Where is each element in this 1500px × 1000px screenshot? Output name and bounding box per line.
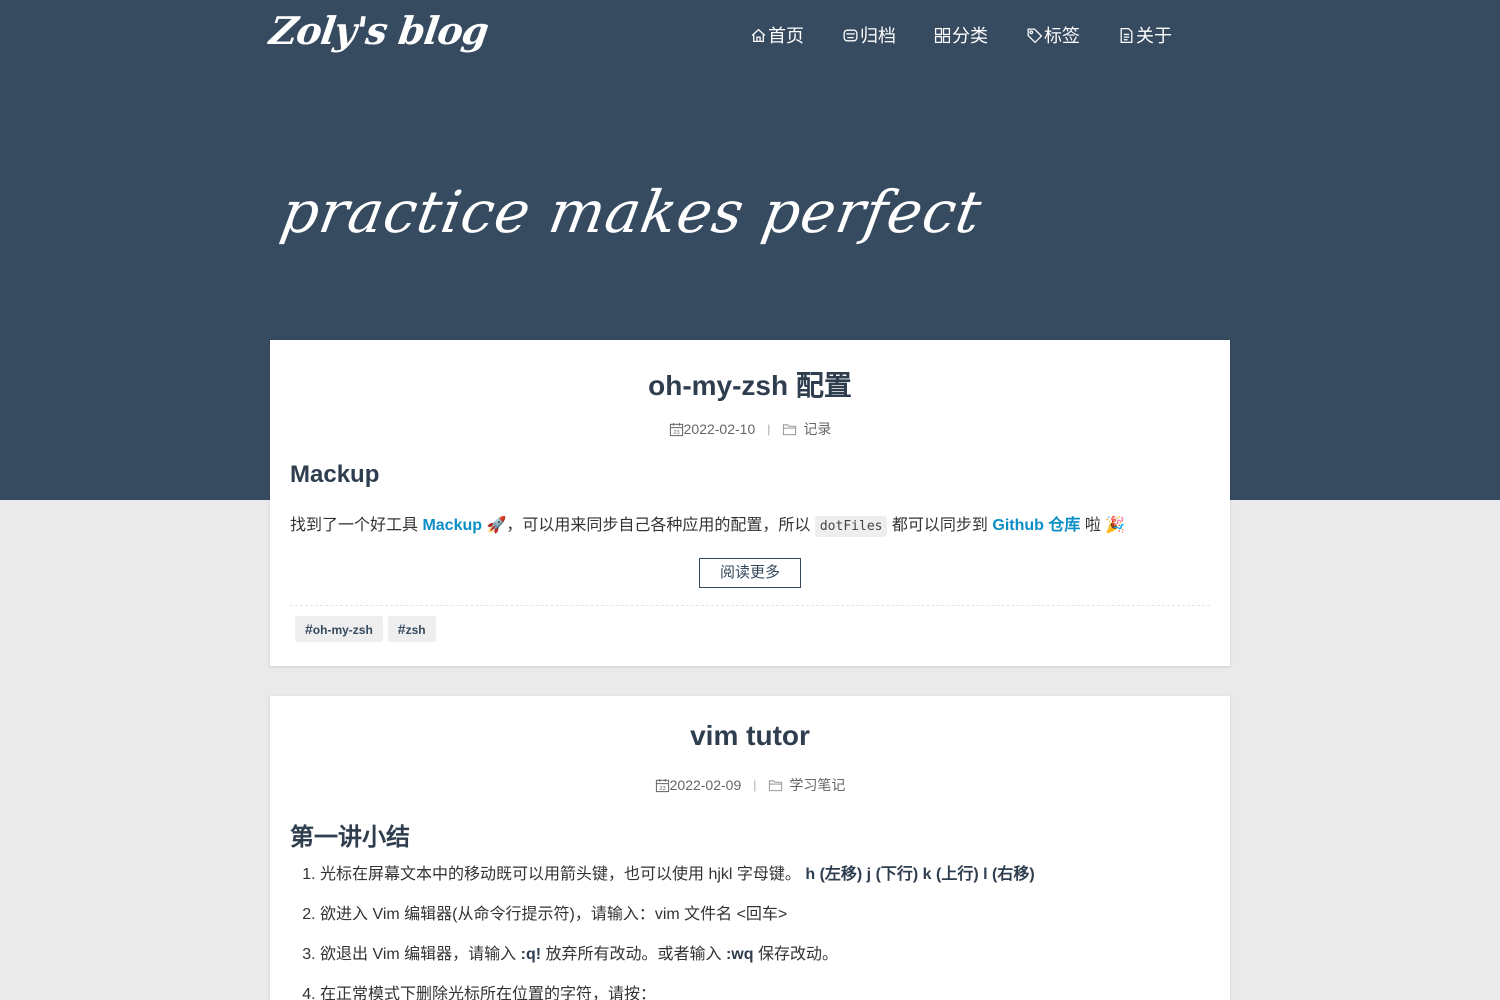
tag-label: zsh (405, 623, 426, 637)
party-emoji: 🎉 (1105, 517, 1126, 534)
excerpt-text: 啦 (1080, 517, 1106, 534)
nav-label: 分类 (952, 26, 988, 46)
excerpt-text: 都可以同步到 (887, 517, 993, 534)
rocket-emoji: 🚀 (486, 517, 507, 534)
tag-icon (1027, 27, 1043, 43)
nav-label: 首页 (768, 26, 804, 46)
post-title[interactable]: oh-my-zsh 配置 (270, 364, 1230, 404)
excerpt-heading: Mackup (290, 461, 380, 488)
grid-icon (934, 27, 951, 43)
list-item-text: 放弃所有改动。或者输入 (541, 946, 726, 963)
meta-separator: | (767, 422, 771, 436)
list-item-bold: :wq (725, 946, 754, 963)
list-item-text: 保存改动。 (753, 946, 838, 963)
list-item-text: 欲进入 Vim 编辑器(从命令行提示符)，请输入：vim 文件名 <回车> (320, 906, 788, 923)
folder-icon (769, 779, 783, 791)
meta-separator: | (753, 778, 757, 792)
svg-text:23: 23 (673, 430, 679, 436)
list-item-text: 在正常模式下删除光标所在位置的字符，请按： (320, 986, 657, 1000)
read-more-button[interactable]: 阅读更多 (698, 558, 801, 588)
post-date: 2022-02-09 (669, 777, 742, 793)
summary-list: 光标在屏幕文本中的移动既可以用箭头键，也可以使用 hjkl 字母键。 h (左移… (290, 865, 1210, 1000)
nav-label: 关于 (1136, 26, 1172, 46)
list-item: 在正常模式下删除光标所在位置的字符，请按： (320, 985, 1210, 1000)
list-item-bold: h (左移) j (下行) k (上行) l (右移) (805, 866, 1035, 883)
list-item-text: 光标在屏幕文本中的移动既可以用箭头键，也可以使用 hjkl 字母键。 (320, 866, 806, 883)
calendar-icon: 23 (655, 778, 669, 792)
post-card: vim tutor 23 2022-02-09 | 学习笔记 第一讲小结 光标在… (270, 696, 1230, 1000)
nav-label: 标签 (1044, 26, 1080, 46)
main-nav: 首页 归档 分类 标签 关于 (750, 22, 1210, 48)
list-item-bold: :q! (520, 946, 542, 963)
site-title[interactable]: Zoly's blog (267, 8, 491, 53)
hero-slogan: practice makes perfect (276, 178, 988, 246)
tag-label: oh-my-zsh (312, 623, 373, 637)
inline-code: dotFiles (814, 516, 888, 537)
excerpt-heading: 第一讲小结 (290, 824, 410, 851)
nav-item-about[interactable]: 关于 (1118, 22, 1172, 48)
post-title[interactable]: vim tutor (270, 720, 1230, 760)
nav-label: 归档 (860, 26, 896, 46)
mackup-link[interactable]: Mackup (422, 517, 482, 534)
list-item: 光标在屏幕文本中的移动既可以用箭头键，也可以使用 hjkl 字母键。 h (左移… (320, 865, 1210, 885)
post-card: oh-my-zsh 配置 23 2022-02-10 | 记录 Mackup 找… (270, 340, 1230, 666)
list-item: 欲进入 Vim 编辑器(从命令行提示符)，请输入：vim 文件名 <回车> (320, 905, 1210, 925)
tag-list: #oh-my-zsh #zsh (270, 606, 1230, 652)
post-category[interactable]: 记录 (803, 419, 831, 439)
github-repo-link[interactable]: Github 仓库 (992, 517, 1080, 534)
tag-oh-my-zsh[interactable]: #oh-my-zsh (295, 616, 383, 642)
post-category[interactable]: 学习笔记 (789, 775, 845, 795)
list-item: 欲退出 Vim 编辑器，请输入 :q! 放弃所有改动。或者输入 :wq 保存改动… (320, 945, 1210, 965)
file-icon (1120, 27, 1133, 43)
nav-item-categories[interactable]: 分类 (934, 22, 988, 48)
excerpt-text: 找到了一个好工具 (290, 517, 423, 534)
nav-item-home[interactable]: 首页 (750, 22, 804, 48)
archive-icon (843, 29, 858, 41)
post-date: 2022-02-10 (683, 421, 756, 437)
folder-icon (783, 423, 797, 435)
excerpt-paragraph: 找到了一个好工具 Mackup 🚀，可以用来同步自己各种应用的配置，所以 dot… (290, 511, 1210, 542)
nav-item-archive[interactable]: 归档 (842, 22, 896, 48)
post-meta: 23 2022-02-09 | 学习笔记 (270, 775, 1230, 795)
list-item-text: 欲退出 Vim 编辑器，请输入 (320, 946, 521, 963)
excerpt-text: ，可以用来同步自己各种应用的配置，所以 (506, 517, 815, 534)
tag-zsh[interactable]: #zsh (387, 616, 436, 642)
calendar-icon: 23 (669, 422, 683, 436)
home-icon (751, 28, 766, 42)
nav-item-tags[interactable]: 标签 (1026, 22, 1080, 48)
post-meta: 23 2022-02-10 | 记录 (270, 419, 1230, 439)
svg-text:23: 23 (659, 786, 665, 792)
